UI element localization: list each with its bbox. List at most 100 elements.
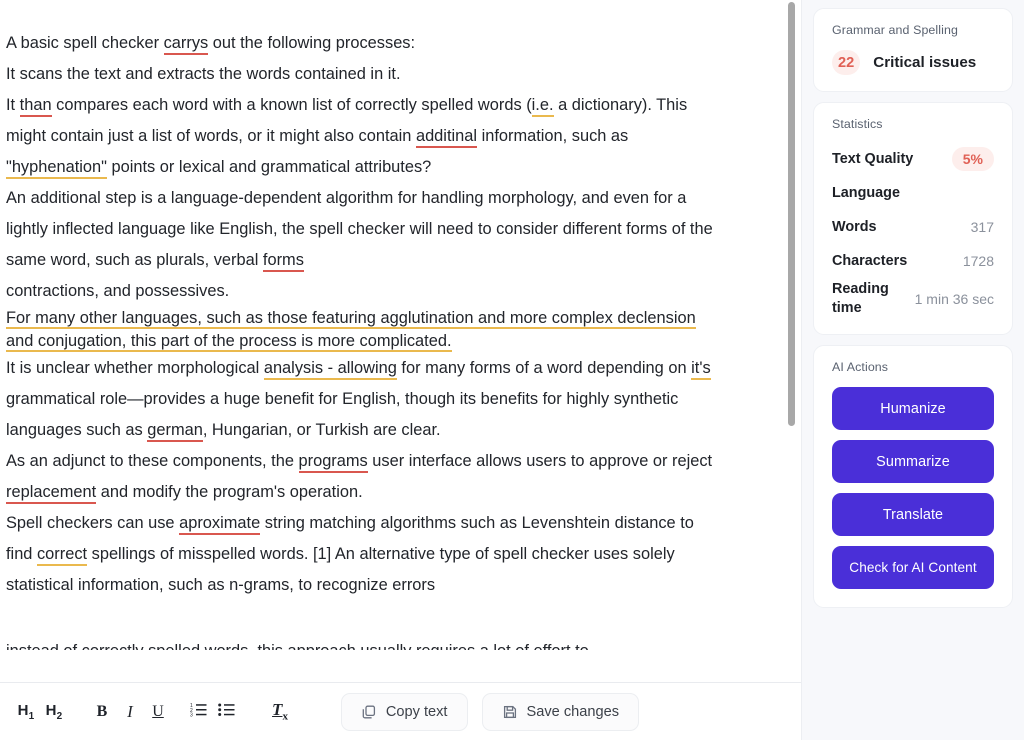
statistic-label: Reading time — [832, 281, 889, 316]
svg-text:3: 3 — [190, 712, 193, 716]
editor-column: A basic spell checker carrys out the fol… — [0, 0, 802, 740]
document-text-run: An additional step is a language-depende… — [6, 189, 713, 269]
ordered-list-icon: 1 2 3 — [190, 702, 207, 722]
statistics-card-title: Statistics — [832, 117, 883, 131]
document-clipped-line: instead of correctly spelled words, this… — [6, 636, 718, 650]
ai-actions-card-title: AI Actions — [832, 360, 889, 374]
spelling-error-text[interactable]: than — [19, 96, 52, 117]
clear-formatting-icon: Tx — [272, 700, 288, 723]
grammar-suggestion-text[interactable]: "hyphenation" — [6, 158, 107, 179]
document-paragraph: As an adjunct to these components, the p… — [6, 446, 718, 508]
ai-actions-card: AI Actions Humanize Summarize Translate Che… — [813, 345, 1013, 608]
document-paragraph: contractions, and possessives. — [6, 276, 718, 307]
right-sidebar: Grammar and Spelling 22 Critical issues … — [802, 0, 1024, 740]
document-paragraph: A basic spell checker carrys out the fol… — [6, 28, 718, 59]
grammar-and-spelling-card: Grammar and Spelling 22 Critical issues — [813, 8, 1013, 92]
underline-button[interactable]: U — [144, 695, 172, 729]
copy-text-label: Copy text — [385, 703, 448, 720]
critical-issues-count-badge: 22 — [832, 50, 861, 75]
save-icon — [502, 704, 518, 720]
italic-icon: I — [127, 701, 133, 721]
document-text-run: points or lexical and grammatical attrib… — [106, 158, 432, 176]
ai-actions-button-list: Humanize Summarize Translate Check for AI C… — [832, 387, 994, 589]
document-text-run: A basic spell checker — [6, 34, 164, 52]
statistic-value: 1 min 36 sec — [914, 291, 994, 307]
grammar-card-title: Grammar and Spelling — [832, 23, 958, 37]
unordered-list-icon — [217, 702, 235, 722]
statistic-value: 1728 — [962, 253, 994, 269]
document-text-run: , Hungarian, or Turkish are clear. — [202, 421, 441, 439]
spelling-error-text[interactable]: carrys — [163, 34, 209, 55]
heading-2-icon: H2 — [45, 701, 63, 722]
statistic-row: Words 317 — [832, 212, 994, 242]
statistic-label: Characters — [832, 252, 908, 269]
statistic-label: Words — [832, 218, 877, 235]
editor-toolbar: H1 H2 B I U 1 2 3 Tx Copy text Save chan… — [0, 682, 801, 740]
document-paragraph: For many other languages, such as those … — [6, 307, 718, 353]
document-text-run: information, such as — [477, 127, 629, 145]
document-text-run: Spell checkers can use — [6, 514, 180, 532]
copy-text-button[interactable]: Copy text — [340, 692, 468, 731]
save-changes-label: Save changes — [526, 703, 620, 720]
document-paragraph: Spell checkers can use aproximate string… — [6, 508, 718, 601]
ai-action-translate-button[interactable]: Translate — [832, 493, 994, 536]
ai-action-summarize-button[interactable]: Summarize — [832, 440, 994, 483]
document-text-run: contractions, and possessives. — [6, 282, 230, 300]
app-root: A basic spell checker carrys out the fol… — [0, 0, 1024, 740]
unordered-list-button[interactable] — [212, 695, 240, 729]
document-paragraph: It is unclear whether morphological anal… — [6, 353, 718, 446]
document-text-run: user interface allows users to approve o… — [367, 452, 713, 470]
document-text-run: It — [6, 96, 20, 114]
italic-button[interactable]: I — [116, 695, 144, 729]
document-text-run: out the following processes: — [208, 34, 416, 52]
document-scroll-area[interactable]: A basic spell checker carrys out the fol… — [0, 0, 801, 682]
statistics-rows: Text Quality 5% Language Words 317 Characters… — [832, 144, 994, 318]
document-paragraph: An additional step is a language-depende… — [6, 183, 718, 276]
document-paragraph: It scans the text and extracts the words… — [6, 59, 718, 90]
grammar-suggestion-text[interactable]: it's — [691, 359, 711, 380]
statistic-value-badge: 5% — [951, 147, 994, 171]
document-text[interactable]: A basic spell checker carrys out the fol… — [6, 28, 718, 601]
underline-icon: U — [152, 702, 164, 720]
document-text-run: spellings of misspelled words. [1] An al… — [6, 545, 675, 594]
statistics-card: Statistics Text Quality 5% Language Words 31… — [813, 102, 1013, 335]
clear-formatting-button[interactable]: Tx — [266, 695, 294, 729]
statistic-row: Reading time 1 min 36 sec — [832, 280, 994, 318]
grammar-suggestion-text[interactable]: i.e. — [531, 96, 554, 117]
grammar-suggestion-text[interactable]: For many other languages, such as those … — [6, 309, 696, 352]
document-text-run: It is unclear whether morphological — [6, 359, 264, 377]
document-text-run: compares each word with a known list of … — [51, 96, 532, 114]
bold-icon: B — [96, 702, 108, 720]
ordered-list-button[interactable]: 1 2 3 — [184, 695, 212, 729]
heading-1-icon: H1 — [17, 701, 35, 722]
toolbar-action-group: Copy text Save changes — [340, 692, 789, 731]
spelling-error-text[interactable]: additinal — [415, 127, 478, 148]
spelling-error-text[interactable]: replacement — [6, 483, 97, 504]
grammar-suggestion-text[interactable]: analysis - allowing — [263, 359, 397, 380]
critical-issues-row[interactable]: 22 Critical issues — [832, 50, 994, 75]
bold-button[interactable]: B — [88, 695, 116, 729]
document-text-run: and modify the program's operation. — [96, 483, 363, 501]
document-text-run: As an adjunct to these components, the — [6, 452, 299, 470]
grammar-suggestion-text[interactable]: correct — [36, 545, 88, 566]
save-changes-button[interactable]: Save changes — [481, 692, 639, 731]
spelling-error-text[interactable]: aproximate — [179, 514, 261, 535]
statistic-value: 317 — [970, 219, 994, 235]
ai-action-humanize-button[interactable]: Humanize — [832, 387, 994, 430]
editor-vertical-scrollbar[interactable] — [788, 2, 795, 738]
statistic-row: Language — [832, 178, 994, 208]
statistic-row: Text Quality 5% — [832, 144, 994, 174]
heading-1-button[interactable]: H1 — [12, 695, 40, 729]
ai-action-check-for-ai-content-button[interactable]: Check for AI Content — [832, 546, 994, 589]
spelling-error-text[interactable]: forms — [262, 251, 304, 272]
spelling-error-text[interactable]: programs — [298, 452, 368, 473]
critical-issues-label: Critical issues — [873, 54, 977, 71]
editor-vertical-scrollbar-thumb[interactable] — [788, 2, 795, 426]
spelling-error-text[interactable]: german — [147, 421, 203, 442]
heading-2-button[interactable]: H2 — [40, 695, 68, 729]
statistic-label: Language — [832, 184, 900, 201]
document-paragraph: It than compares each word with a known … — [6, 90, 718, 183]
statistic-row: Characters 1728 — [832, 246, 994, 276]
document-text-run: for many forms of a word depending on — [396, 359, 692, 377]
copy-icon — [361, 704, 377, 720]
